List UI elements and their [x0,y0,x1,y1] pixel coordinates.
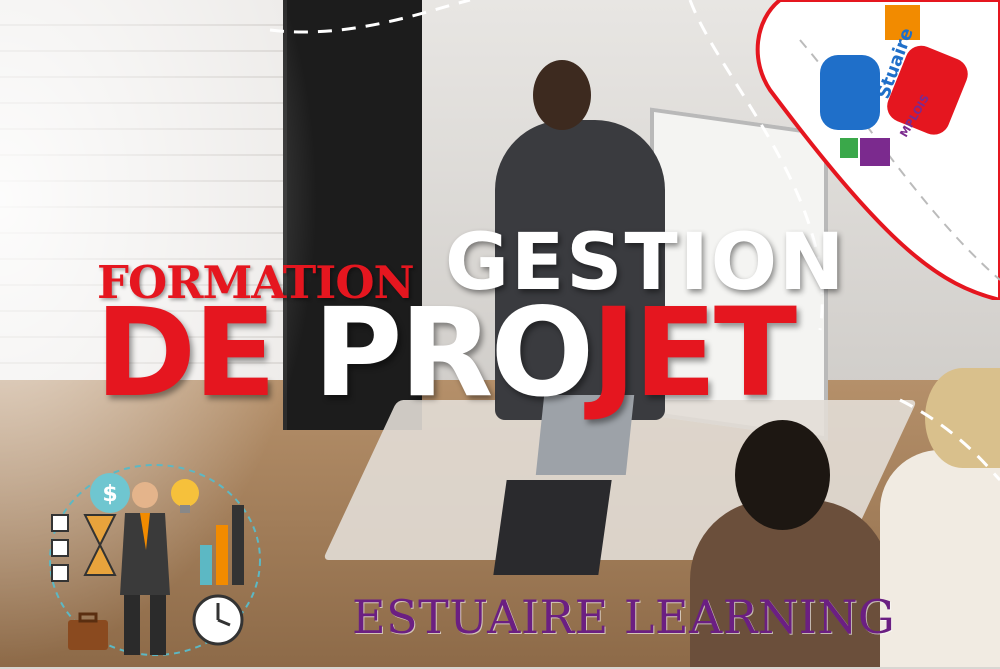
bar-chart-icon [200,505,244,585]
headline-jet: JET [591,282,797,424]
headline-de-projet: DE PROJET [95,292,797,414]
lightbulb-icon [171,479,199,513]
footer-brand-text: ESTUAIRE LEARNING [352,590,896,644]
dollar-icon: $ [90,473,130,513]
businessman-icon [120,482,170,655]
clock-icon [192,594,244,646]
checklist-icon [51,514,69,582]
briefcase-icon [68,612,108,650]
headline-pro: PRO [313,282,594,424]
hourglass-icon [83,514,117,576]
project-management-illustration: $ [40,455,270,665]
svg-text:$: $ [102,482,117,507]
headline-de: DE [95,282,277,424]
